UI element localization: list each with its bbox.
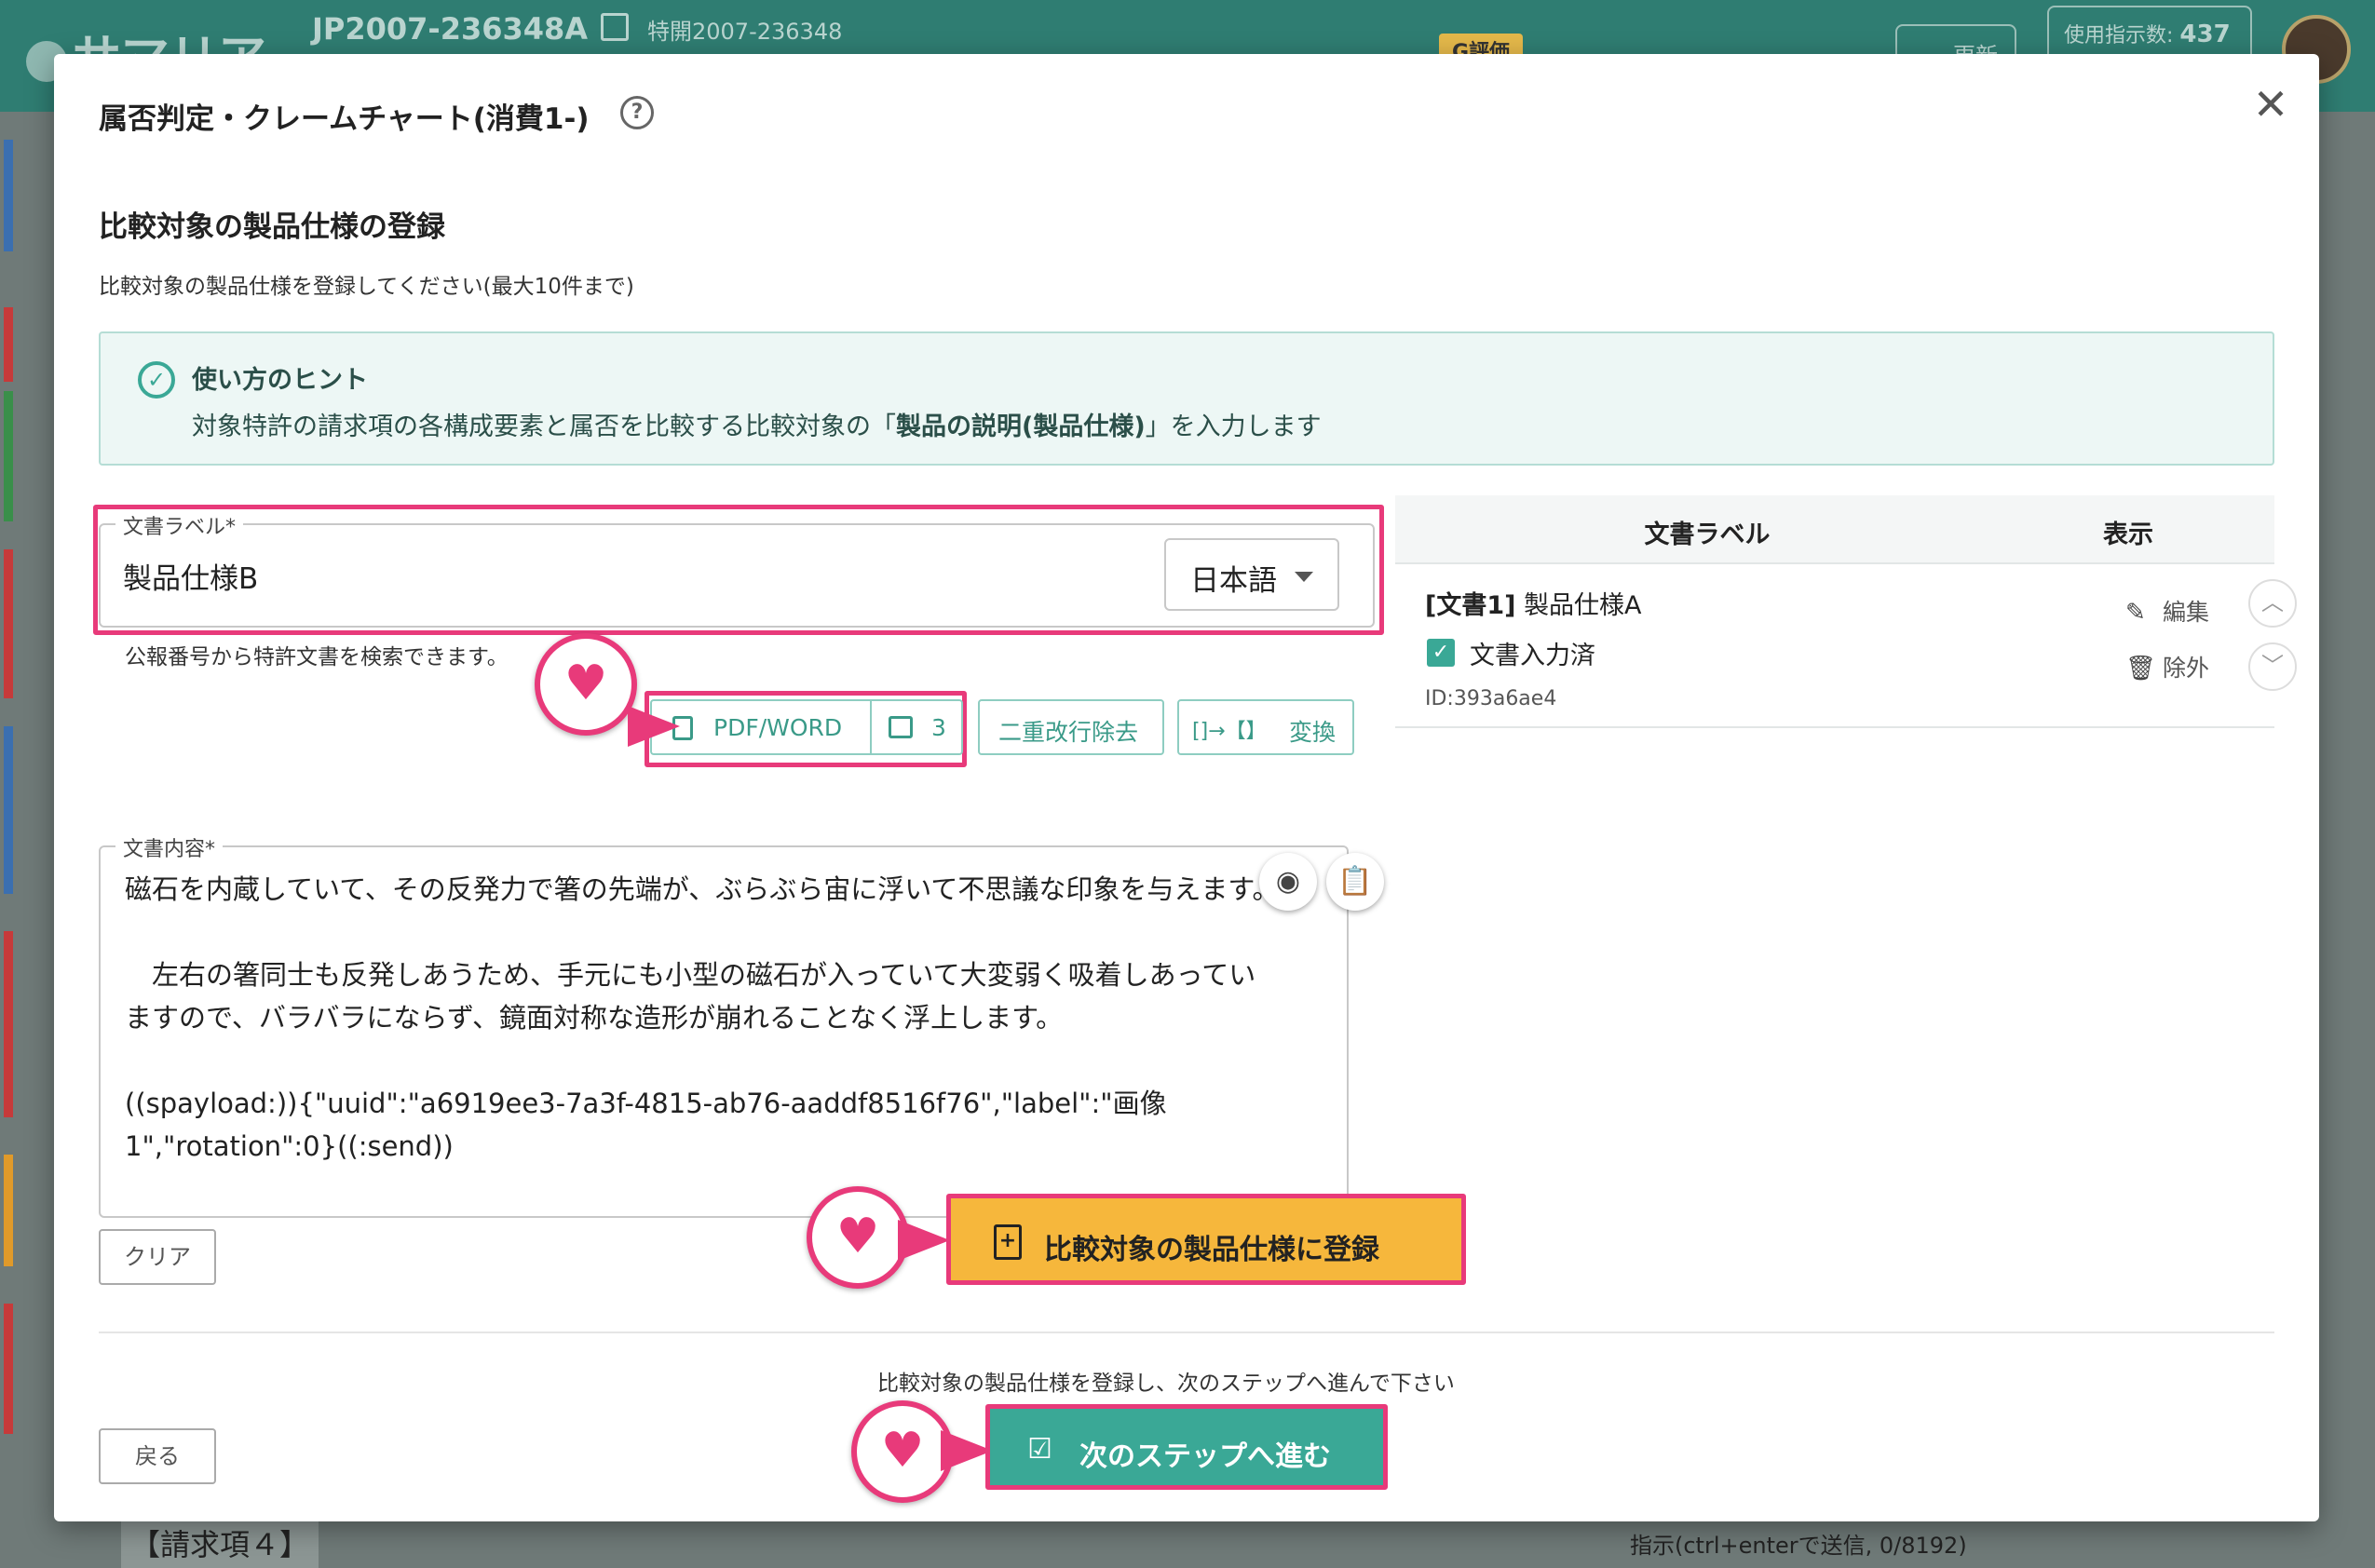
document-status: 文書入力済 [1470,642,1595,670]
preview-eye-icon[interactable]: ◉ [1259,853,1317,911]
heart-badge: ♥ [535,633,637,736]
content-toolbar: PDF/WORD 3 二重改行除去 []→【】 変換 [650,699,1354,817]
add-document-icon: + [994,1224,1022,1260]
background-claim-bars [0,112,56,1568]
document-label-field[interactable]: 文書ラベル* 製品仕様B 日本語 [99,510,1375,628]
close-icon[interactable]: ✕ [2248,82,2293,127]
background-claim-heading: 【請求項４】 [121,1518,319,1568]
heart-pointer [898,1220,950,1261]
pencil-icon: ✎ [2125,599,2146,627]
section-title: 比較対象の製品仕様の登録 [99,210,445,244]
remove-double-newline-button[interactable]: 二重改行除去 [978,699,1164,755]
move-down-icon[interactable]: ﹀ [2248,642,2297,691]
document-id: ID:393a6ae4 [1425,687,1557,710]
clipboard-icon[interactable]: 📋 [1326,853,1384,911]
document-name: [文書1] 製品仕様A [1425,591,1642,620]
column-header-label: 文書ラベル [1644,520,1771,549]
hint-title: 使い方のヒント [192,366,368,395]
usage-counter: 使用指示数: 437 [2047,6,2252,61]
hint-box: ✓ 使い方のヒント 対象特許の請求項の各構成要素と属否を比較する比較対象の「製品… [99,331,2274,466]
image-icon [889,716,913,738]
help-icon[interactable]: ? [620,96,654,129]
language-select[interactable]: 日本語 [1164,538,1339,611]
background-chat-input-hint: 指示(ctrl+enterで送信, 0/8192) [1630,1533,1967,1559]
bracket-convert-button[interactable]: []→【】 変換 [1177,699,1354,755]
image-count-button[interactable]: 3 [870,699,963,755]
chevron-down-icon [1295,572,1313,582]
document-label-input[interactable]: 製品仕様B [123,555,258,597]
patent-number: JP2007-236348A [312,11,589,47]
heart-badge: ♥ [851,1400,954,1503]
document-table: 文書ラベル 表示 [文書1] 製品仕様A ✓ 文書入力済 ID:393a6ae4… [1395,495,2297,730]
hint-text: 対象特許の請求項の各構成要素と属否を比較する比較対象の「製品の説明(製品仕様)」… [192,412,1322,441]
table-row: [文書1] 製品仕様A ✓ 文書入力済 ID:393a6ae4 ✎ 編集 🗑 除外 … [1395,564,2297,728]
document-content-textarea[interactable]: 磁石を内蔵していて、その反発力で箸の先端が、ぶらぶら宙に浮いて不思議な印象を与え… [125,868,1280,1168]
bracket-convert-icon: []→【】 [1192,720,1267,743]
back-button[interactable]: 戻る [99,1428,216,1484]
next-step-hint: 比較対象の製品仕様を登録し、次のステップへ進んで下さい [877,1372,1455,1396]
modal-title: 属否判定・クレームチャート(消費1-) [99,102,590,136]
next-step-button[interactable]: ☑ 次のステップへ進む [985,1404,1388,1490]
checklist-icon: ☑ [1027,1433,1052,1466]
heart-pointer [628,706,680,747]
document-label-legend: 文書ラベル* [115,510,244,540]
divider [99,1331,2274,1333]
product-spec-modal: 属否判定・クレームチャート(消費1-) ? ✕ 比較対象の製品仕様の登録 比較対… [54,54,2319,1521]
trash-icon: 🗑 [2125,655,2157,683]
clear-button[interactable]: クリア [99,1229,216,1285]
section-description: 比較対象の製品仕様を登録してください(最大10件まで) [99,275,634,299]
pdf-word-upload-button[interactable]: PDF/WORD [650,699,872,755]
publication-number: 特開2007-236348 [647,19,843,45]
column-header-display: 表示 [2103,520,2153,549]
heart-badge: ♥ [807,1186,909,1289]
document-content-field[interactable]: 文書内容* 磁石を内蔵していて、その反発力で箸の先端が、ぶらぶら宙に浮いて不思議… [99,832,1384,1218]
remove-button[interactable]: 🗑 除外 [2125,650,2209,683]
edit-button[interactable]: ✎ 編集 [2125,594,2209,628]
move-up-icon[interactable]: ︿ [2248,579,2297,628]
checkbox-checked-icon: ✓ [1427,639,1455,667]
check-circle-icon: ✓ [138,361,175,399]
document-content-legend: 文書内容* [115,832,224,862]
search-hint: 公報番号から特許文書を検索できます。 [125,645,509,669]
table-header: 文書ラベル 表示 [1395,495,2274,564]
external-link-icon[interactable] [601,13,629,41]
register-product-spec-button[interactable]: + 比較対象の製品仕様に登録 [946,1194,1466,1285]
